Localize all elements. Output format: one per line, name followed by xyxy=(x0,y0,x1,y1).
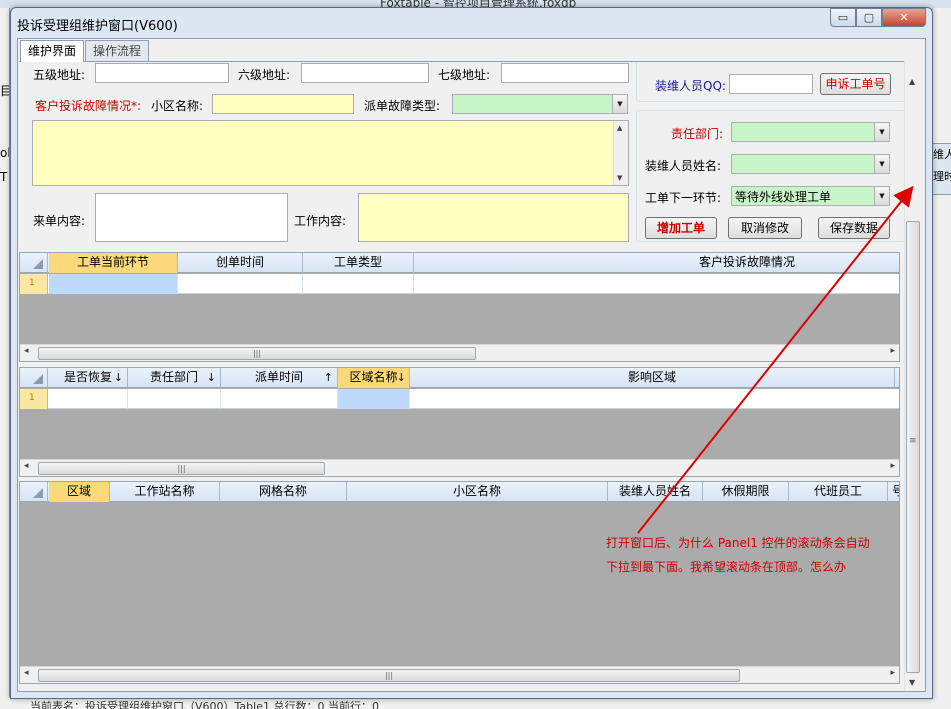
annotation-text-line2: 下拉到最下面。我希望滚动条在顶部。怎么办 xyxy=(606,560,847,574)
annotation-arrow xyxy=(637,185,914,534)
annotation-text-line1: 打开窗口后、为什么 Panel1 控件的滚动条会自动 xyxy=(606,536,870,550)
tab-maintenance[interactable]: 维护界面 xyxy=(20,40,85,62)
